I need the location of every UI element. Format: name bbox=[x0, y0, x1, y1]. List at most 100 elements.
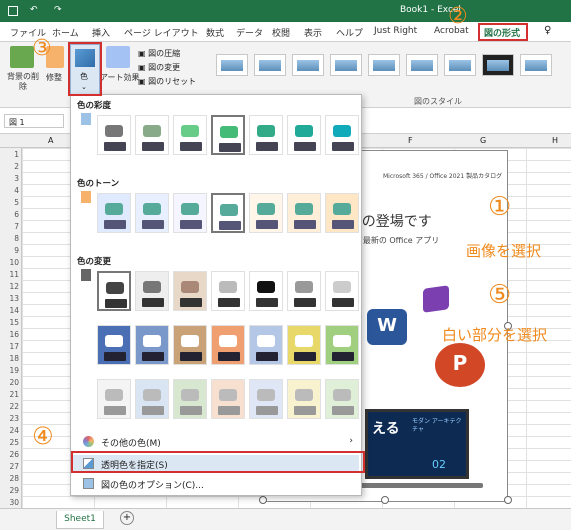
row-header[interactable]: 25 bbox=[0, 438, 22, 447]
color-swatch[interactable] bbox=[173, 115, 207, 155]
row-header[interactable]: 17 bbox=[0, 342, 22, 351]
undo-icon[interactable]: ↶ bbox=[30, 5, 38, 15]
sheet-tab[interactable]: Sheet1 bbox=[56, 511, 104, 529]
row-header[interactable]: 29 bbox=[0, 486, 22, 495]
row-header[interactable]: 20 bbox=[0, 378, 22, 387]
tab-review[interactable]: 校閲 bbox=[272, 26, 290, 39]
redo-icon[interactable]: ↷ bbox=[54, 5, 62, 15]
color-swatch[interactable] bbox=[173, 271, 207, 311]
row-header[interactable]: 23 bbox=[0, 414, 22, 423]
row-header[interactable]: 2 bbox=[0, 162, 22, 171]
tab-help[interactable]: ヘルプ bbox=[336, 26, 363, 39]
resize-handle[interactable] bbox=[381, 496, 389, 504]
color-swatch[interactable] bbox=[249, 379, 283, 419]
color-swatch[interactable] bbox=[211, 271, 245, 311]
row-header[interactable]: 13 bbox=[0, 294, 22, 303]
row-header[interactable]: 1 bbox=[0, 150, 22, 159]
color-swatch[interactable] bbox=[325, 379, 359, 419]
remove-background-button[interactable]: 背景の削除 bbox=[6, 72, 40, 92]
row-header[interactable]: 11 bbox=[0, 270, 22, 279]
save-icon[interactable] bbox=[8, 6, 18, 16]
row-header[interactable]: 24 bbox=[0, 426, 22, 435]
row-header[interactable]: 28 bbox=[0, 474, 22, 483]
color-swatch[interactable] bbox=[287, 325, 321, 365]
tab-view[interactable]: 表示 bbox=[304, 26, 322, 39]
color-swatch[interactable] bbox=[97, 379, 131, 419]
color-swatch[interactable] bbox=[173, 379, 207, 419]
color-swatch[interactable] bbox=[211, 379, 245, 419]
remove-background-icon[interactable] bbox=[10, 46, 34, 68]
add-sheet-button[interactable]: + bbox=[120, 511, 134, 525]
picture-style-9[interactable] bbox=[520, 54, 552, 76]
color-swatch[interactable] bbox=[135, 379, 169, 419]
row-header[interactable]: 19 bbox=[0, 366, 22, 375]
picture-color-options-item[interactable]: 図の色のオプション(C)... bbox=[73, 475, 359, 492]
color-swatch[interactable] bbox=[325, 271, 359, 311]
artistic-effects-icon[interactable] bbox=[106, 46, 130, 68]
row-header[interactable]: 15 bbox=[0, 318, 22, 327]
color-swatch[interactable] bbox=[97, 115, 131, 155]
color-swatch[interactable] bbox=[287, 379, 321, 419]
row-header[interactable]: 9 bbox=[0, 246, 22, 255]
name-box[interactable]: 図 1 bbox=[4, 114, 64, 128]
row-header[interactable]: 21 bbox=[0, 390, 22, 399]
row-header[interactable]: 16 bbox=[0, 330, 22, 339]
color-swatch[interactable] bbox=[325, 193, 359, 233]
color-swatch[interactable] bbox=[97, 325, 131, 365]
picture-style-1[interactable] bbox=[216, 54, 248, 76]
color-swatch[interactable] bbox=[287, 271, 321, 311]
column-header[interactable]: F bbox=[408, 136, 413, 145]
corrections-button[interactable]: 修整 bbox=[46, 72, 62, 83]
color-swatch[interactable] bbox=[249, 115, 283, 155]
color-swatch[interactable] bbox=[211, 115, 245, 155]
color-swatch[interactable] bbox=[249, 325, 283, 365]
color-swatch[interactable] bbox=[173, 193, 207, 233]
row-header[interactable]: 14 bbox=[0, 306, 22, 315]
color-swatch[interactable] bbox=[325, 325, 359, 365]
color-swatch[interactable] bbox=[97, 193, 131, 233]
row-header[interactable]: 6 bbox=[0, 210, 22, 219]
resize-handle[interactable] bbox=[259, 496, 267, 504]
color-swatch[interactable] bbox=[97, 271, 131, 311]
color-swatch[interactable] bbox=[135, 271, 169, 311]
compress-button[interactable]: ▣ 図の圧縮 bbox=[138, 48, 180, 59]
color-swatch[interactable] bbox=[249, 271, 283, 311]
row-header[interactable]: 22 bbox=[0, 402, 22, 411]
color-swatch[interactable] bbox=[325, 115, 359, 155]
row-header[interactable]: 4 bbox=[0, 186, 22, 195]
row-header[interactable]: 27 bbox=[0, 462, 22, 471]
color-swatch[interactable] bbox=[173, 325, 207, 365]
color-swatch[interactable] bbox=[249, 193, 283, 233]
row-header[interactable]: 10 bbox=[0, 258, 22, 267]
picture-style-5[interactable] bbox=[368, 54, 400, 76]
row-header[interactable]: 12 bbox=[0, 282, 22, 291]
picture-style-2[interactable] bbox=[254, 54, 286, 76]
tab-home[interactable]: ホーム bbox=[52, 26, 79, 39]
picture-style-4[interactable] bbox=[330, 54, 362, 76]
column-header[interactable]: A bbox=[48, 136, 53, 145]
picture-style-8[interactable] bbox=[482, 54, 514, 76]
tab-just-right[interactable]: Just Right bbox=[374, 26, 417, 36]
color-swatch[interactable] bbox=[135, 193, 169, 233]
row-header[interactable]: 30 bbox=[0, 498, 22, 507]
reset-picture-button[interactable]: ▣ 図のリセット bbox=[138, 76, 196, 87]
lightbulb-icon[interactable]: ♀ bbox=[544, 25, 551, 36]
picture-style-3[interactable] bbox=[292, 54, 324, 76]
row-header[interactable]: 18 bbox=[0, 354, 22, 363]
tab-page-layout[interactable]: ページ レイアウト bbox=[124, 26, 199, 39]
row-header[interactable]: 7 bbox=[0, 222, 22, 231]
change-picture-button[interactable]: ▣ 図の変更 bbox=[138, 62, 180, 73]
color-swatch[interactable] bbox=[287, 193, 321, 233]
color-swatch[interactable] bbox=[135, 115, 169, 155]
color-swatch[interactable] bbox=[211, 193, 245, 233]
color-swatch[interactable] bbox=[211, 325, 245, 365]
row-header[interactable]: 3 bbox=[0, 174, 22, 183]
column-header[interactable]: G bbox=[480, 136, 486, 145]
more-colors-item[interactable]: その他の色(M) › bbox=[73, 433, 359, 450]
color-swatch[interactable] bbox=[135, 325, 169, 365]
tab-data[interactable]: データ bbox=[236, 26, 263, 39]
row-header[interactable]: 26 bbox=[0, 450, 22, 459]
tab-insert[interactable]: 挿入 bbox=[92, 26, 110, 39]
column-header[interactable]: H bbox=[552, 136, 558, 145]
picture-style-6[interactable] bbox=[406, 54, 438, 76]
